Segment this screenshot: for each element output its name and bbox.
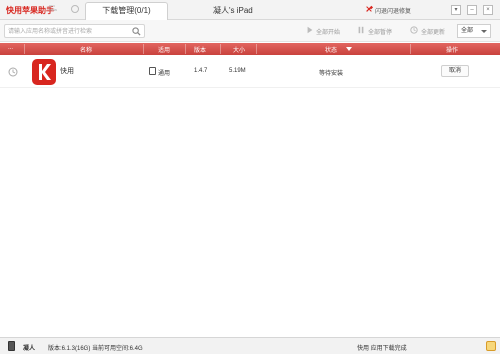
device-storage-info: 版本:6.1.3(16G) 当前可用空间:6.4G	[48, 346, 143, 352]
search-icon[interactable]	[132, 27, 141, 36]
tablet-icon	[149, 67, 156, 75]
column-header-applicable[interactable]: 适用	[158, 45, 170, 54]
settings-icon[interactable]	[71, 5, 79, 13]
size-cell: 5.19M	[229, 68, 246, 74]
close-button[interactable]: ×	[483, 5, 493, 15]
table-header: ... 名称 适用 版本 大小 状态 操作	[0, 43, 500, 55]
search-input[interactable]	[8, 26, 128, 37]
notification-icon[interactable]	[486, 341, 496, 351]
clock-icon	[8, 67, 18, 77]
kuaiyong-app-icon	[32, 59, 56, 85]
column-divider	[143, 44, 144, 54]
table-row[interactable]: 快用 通用 1.4.7 5.19M 等待安装 取消	[0, 56, 500, 88]
column-divider	[256, 44, 257, 54]
brand-edition: pro beta	[49, 4, 57, 12]
search-box	[4, 24, 145, 38]
column-divider	[185, 44, 186, 54]
download-status-message: 快用 应用下载完成	[357, 346, 407, 352]
tab-download-manager[interactable]: 下载管理(0/1)	[85, 2, 168, 20]
applicable-cell: 通用	[158, 71, 171, 77]
filter-value: 全部	[461, 28, 474, 34]
crash-repair-button[interactable]: 闪退闪退修复	[375, 6, 411, 15]
column-header-select[interactable]: ...	[8, 45, 13, 51]
device-title: 凝人's iPad	[213, 6, 253, 15]
status-cell: 等待安装	[319, 71, 344, 77]
cancel-button[interactable]: 取消	[441, 65, 469, 77]
menu-button[interactable]: ▾	[451, 5, 461, 15]
column-divider	[220, 44, 221, 54]
column-header-action[interactable]: 操作	[446, 45, 458, 54]
column-header-version[interactable]: 版本	[194, 45, 206, 54]
column-header-status[interactable]: 状态	[325, 45, 337, 54]
wrench-icon[interactable]	[365, 5, 373, 13]
toolbar: 全部开始 全部暂停 全部更新 全部	[0, 20, 500, 42]
k-logo-icon	[39, 64, 51, 80]
version-cell: 1.4.7	[194, 68, 208, 74]
column-header-name[interactable]: 名称	[80, 45, 92, 54]
app-name: 快用	[60, 68, 74, 75]
update-all-button[interactable]: 全部更新	[421, 27, 445, 36]
start-all-button[interactable]: 全部开始	[316, 27, 340, 36]
device-icon	[8, 341, 15, 351]
column-header-size[interactable]: 大小	[233, 45, 245, 54]
title-bar: 快用苹果助手 pro beta 下载管理(0/1) 凝人's iPad 闪退闪退…	[0, 0, 500, 20]
brand-edition-text: pro beta	[49, 3, 57, 12]
pause-icon[interactable]	[357, 26, 365, 34]
update-icon[interactable]	[410, 26, 418, 34]
app-brand: 快用苹果助手	[6, 6, 54, 15]
minimize-button[interactable]: –	[467, 5, 477, 15]
filter-dropdown[interactable]: 全部	[457, 24, 491, 38]
sort-down-icon[interactable]	[346, 47, 352, 51]
column-divider	[410, 44, 411, 54]
status-bar: 凝人 版本:6.1.3(16G) 当前可用空间:6.4G 快用 应用下载完成	[0, 337, 500, 354]
play-icon[interactable]	[306, 26, 314, 34]
device-name: 凝人	[23, 346, 36, 352]
pause-all-button[interactable]: 全部暂停	[368, 27, 392, 36]
chevron-down-icon	[481, 30, 487, 33]
column-divider	[24, 44, 25, 54]
